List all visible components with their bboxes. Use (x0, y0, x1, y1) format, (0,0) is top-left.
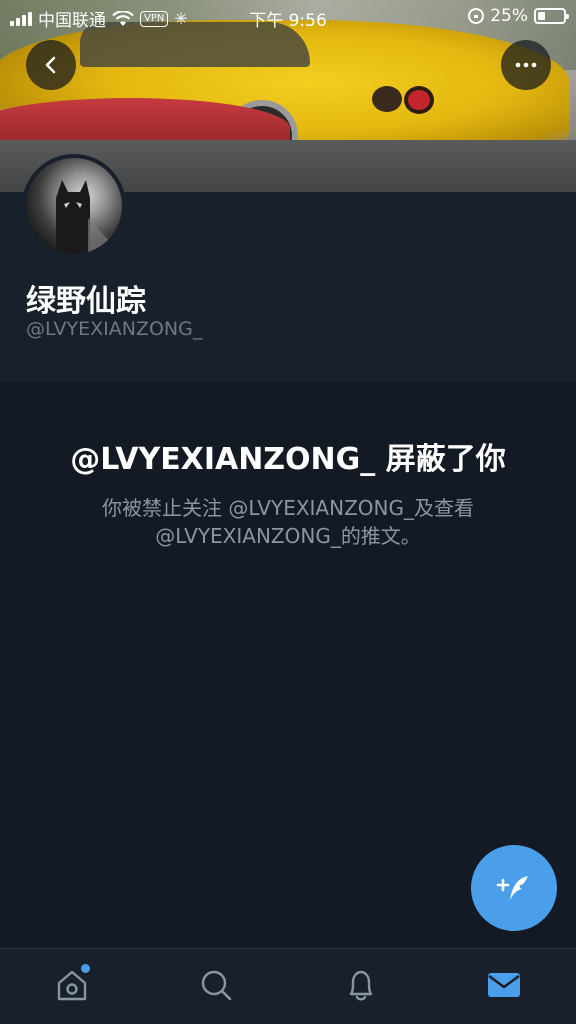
banner-taillight (404, 86, 434, 114)
blocked-description: 你被禁止关注 @LVYEXIANZONG_及查看 @LVYEXIANZONG_的… (102, 496, 474, 548)
blocked-title: @LVYEXIANZONG_ 屏蔽了你 (70, 442, 506, 477)
bell-icon (349, 970, 373, 1001)
home-notification-dot (81, 964, 90, 973)
tab-messages[interactable] (484, 965, 524, 1005)
avatar-image (56, 180, 116, 254)
battery-percent: 25% (490, 6, 528, 26)
search-icon (201, 970, 232, 1001)
battery-icon (534, 8, 569, 24)
status-bar-right: 25% (468, 6, 569, 26)
tab-notifications[interactable] (341, 965, 381, 1005)
mail-icon (488, 973, 520, 997)
profile-handle: @LVYEXIANZONG_ (26, 318, 203, 340)
back-button[interactable] (26, 40, 76, 90)
bottom-tab-bar (0, 948, 576, 1024)
status-bar: 中国联通 VPN ✳ 下午 9:56 25% (0, 0, 576, 34)
tab-search[interactable] (196, 965, 236, 1005)
avatar[interactable] (22, 154, 126, 258)
banner-taillight (372, 86, 402, 112)
more-dots-icon (515, 62, 537, 68)
profile-display-name: 绿野仙踪 (26, 284, 146, 319)
chevron-left-icon (45, 56, 56, 74)
compose-tweet-icon (496, 876, 528, 900)
more-options-button[interactable] (501, 40, 551, 90)
compose-tweet-button[interactable] (471, 845, 557, 931)
orientation-lock-icon (468, 8, 485, 24)
